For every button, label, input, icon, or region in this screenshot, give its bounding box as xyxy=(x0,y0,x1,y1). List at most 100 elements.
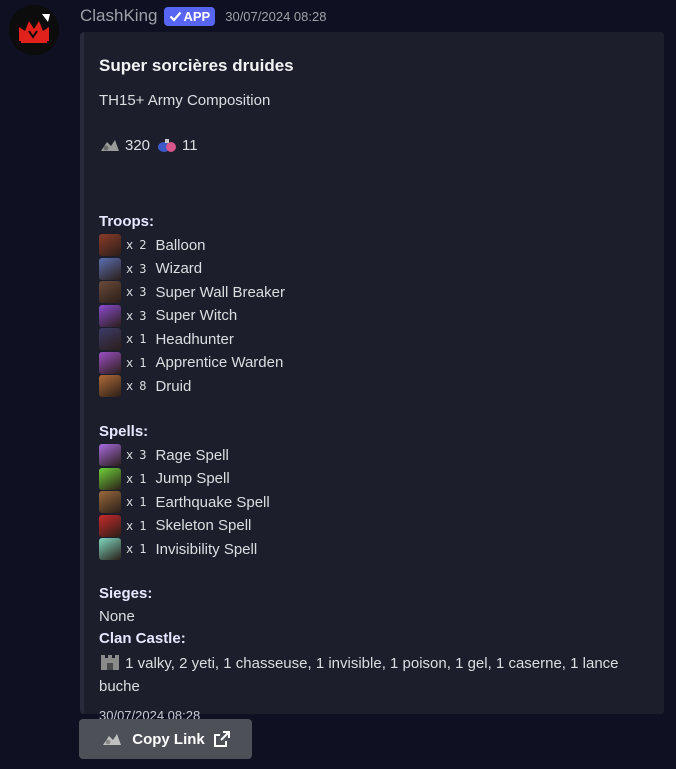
clan-castle-heading: Clan Castle: xyxy=(99,630,186,647)
unit-name: Super Wall Breaker xyxy=(155,283,285,301)
copy-link-label: Copy Link xyxy=(132,730,205,748)
unit-name: Druid xyxy=(155,377,192,395)
list-item: x 1 Headhunter xyxy=(99,328,234,350)
unit-name: Balloon xyxy=(155,236,206,254)
multiply-sign: x xyxy=(126,379,134,393)
troops-heading: Troops: xyxy=(99,213,154,230)
quantity-value: 3 xyxy=(139,285,147,299)
list-item: x 1 Skeleton Spell xyxy=(99,514,252,537)
list-item: x 3 Super Wall Breaker xyxy=(99,281,285,303)
jump-spell-icon xyxy=(99,467,121,490)
app-badge: APP xyxy=(163,6,216,26)
quantity: x1 xyxy=(126,356,146,370)
balloon-icon xyxy=(99,234,121,256)
list-item: x 3 Super Witch xyxy=(99,304,238,327)
quantity-value: 3 xyxy=(139,308,147,323)
quantity: x3 xyxy=(126,309,146,323)
quantity-value: 1 xyxy=(139,355,147,370)
embed-title: Super sorcières druides xyxy=(99,56,294,75)
druid-icon xyxy=(99,375,121,397)
quantity: x1 xyxy=(126,495,146,509)
multiply-sign: x xyxy=(126,332,134,346)
multiply-sign: x xyxy=(126,518,134,533)
super-wall-breaker-icon xyxy=(99,281,121,303)
invisibility-spell-icon xyxy=(99,538,121,560)
multiply-sign: x xyxy=(126,261,134,276)
clan-castle-contents: 1 valky, 2 yeti, 1 chasseuse, 1 invisibl… xyxy=(99,652,644,698)
unit-name: Skeleton Spell xyxy=(155,517,252,534)
unit-name: Jump Spell xyxy=(155,470,230,487)
skeleton-spell-icon xyxy=(99,514,121,537)
message-header: ClashKing APP 30/07/2024 08:28 xyxy=(80,5,326,27)
quantity: x1 xyxy=(126,519,146,533)
sieges-value: None xyxy=(99,608,135,625)
army-camp-icon xyxy=(103,734,122,745)
quantity-value: 8 xyxy=(139,379,147,393)
unit-name: Earthquake Spell xyxy=(155,493,270,511)
list-item: x 1 Jump Spell xyxy=(99,467,230,490)
message-timestamp: 30/07/2024 08:28 xyxy=(225,8,327,24)
multiply-sign: x xyxy=(126,238,134,252)
multiply-sign: x xyxy=(126,308,134,323)
multiply-sign: x xyxy=(126,448,134,462)
multiply-sign: x xyxy=(126,495,134,509)
quantity: x2 xyxy=(126,238,146,252)
spell-housing-value: 11 xyxy=(182,136,198,154)
list-item: x 1 Earthquake Spell xyxy=(99,491,270,513)
unit-name: Rage Spell xyxy=(155,446,229,464)
list-item: x 2 Balloon xyxy=(99,234,206,256)
army-camp-icon xyxy=(101,140,119,151)
multiply-sign: x xyxy=(126,471,134,486)
quantity-value: 1 xyxy=(139,471,147,486)
clan-castle-value: 1 valky, 2 yeti, 1 chasseuse, 1 invisibl… xyxy=(99,655,619,695)
list-item: x 3 Wizard xyxy=(99,257,203,280)
sieges-heading: Sieges: xyxy=(99,585,153,602)
multiply-sign: x xyxy=(126,542,134,556)
quantity-value: 3 xyxy=(139,448,147,462)
checkmark-icon xyxy=(169,11,181,22)
earthquake-spell-icon xyxy=(99,491,121,513)
quantity-value: 3 xyxy=(139,261,147,276)
spells-heading: Spells: xyxy=(99,423,149,440)
embed-subtitle: TH15+ Army Composition xyxy=(99,92,271,109)
multiply-sign: x xyxy=(126,355,134,370)
unit-name: Headhunter xyxy=(155,330,234,348)
quantity: x8 xyxy=(126,379,146,393)
quantity-value: 2 xyxy=(139,238,147,252)
headhunter-icon xyxy=(99,328,121,350)
quantity-value: 1 xyxy=(139,518,147,533)
list-item: x 8 Druid xyxy=(99,375,191,397)
quantity: x3 xyxy=(126,448,146,462)
unit-name: Apprentice Warden xyxy=(155,354,284,371)
quantity: x3 xyxy=(126,285,146,299)
quantity-value: 1 xyxy=(139,495,147,509)
list-item: x 3 Rage Spell xyxy=(99,444,229,466)
super-witch-icon xyxy=(99,304,121,327)
army-embed: Super sorcières druides TH15+ Army Compo… xyxy=(80,32,664,723)
quantity: x1 xyxy=(126,472,146,486)
clashking-logo-icon xyxy=(9,5,59,55)
wizard-icon xyxy=(99,257,121,280)
spell-factory-icon xyxy=(158,139,177,152)
clan-castle-icon xyxy=(101,655,119,670)
bot-avatar[interactable] xyxy=(9,5,59,55)
rage-spell-icon xyxy=(99,444,121,466)
external-link-icon xyxy=(213,731,230,747)
housing-stats: 320 11 xyxy=(99,136,198,154)
quantity: x1 xyxy=(126,542,146,556)
list-item: x 1 Invisibility Spell xyxy=(99,538,257,560)
author-name[interactable]: ClashKing xyxy=(80,6,158,26)
quantity: x1 xyxy=(126,332,146,346)
quantity: x3 xyxy=(126,262,146,276)
copy-link-button[interactable]: Copy Link xyxy=(79,719,252,759)
quantity-value: 1 xyxy=(139,332,147,346)
unit-name: Super Witch xyxy=(155,307,238,324)
troop-housing-value: 320 xyxy=(125,136,151,154)
list-item: x 1 Apprentice Warden xyxy=(99,351,284,374)
multiply-sign: x xyxy=(126,285,134,299)
unit-name: Invisibility Spell xyxy=(155,540,258,558)
apprentice-warden-icon xyxy=(99,351,121,374)
app-badge-label: APP xyxy=(183,8,211,24)
unit-name: Wizard xyxy=(155,260,203,277)
quantity-value: 1 xyxy=(139,542,147,556)
